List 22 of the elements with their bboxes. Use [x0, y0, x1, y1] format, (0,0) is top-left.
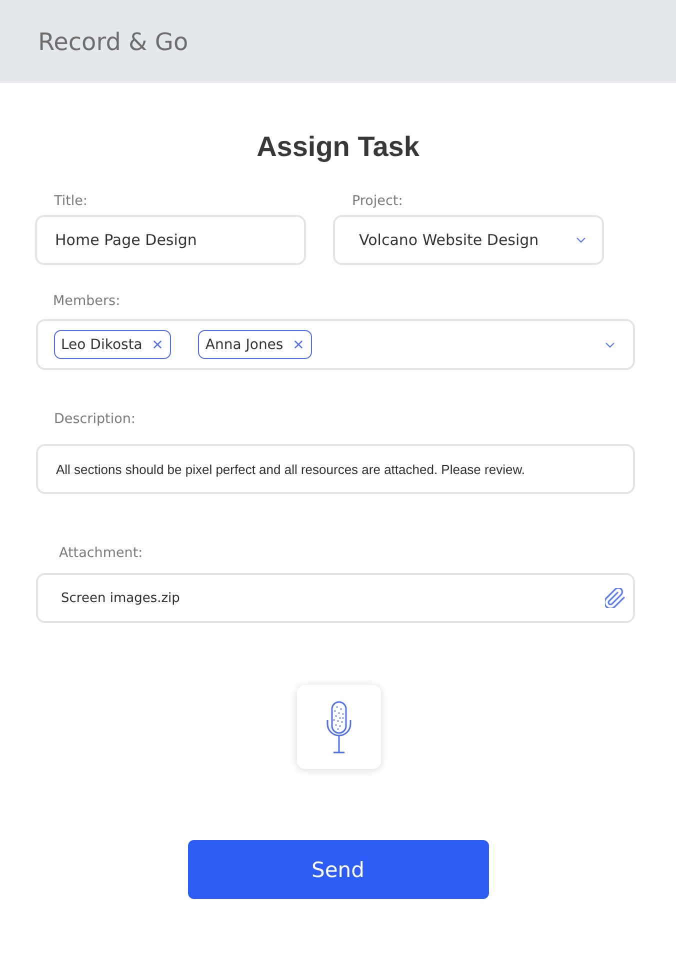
app-title: Record & Go: [38, 28, 188, 56]
microphone-icon: [326, 700, 352, 754]
title-field[interactable]: Home Page Design: [35, 215, 306, 265]
member-chip[interactable]: Anna Jones: [198, 330, 312, 359]
chevron-down-icon: [576, 237, 586, 243]
send-button[interactable]: Send: [188, 840, 488, 899]
field-label: Title:: [53, 192, 88, 210]
close-icon[interactable]: [153, 340, 162, 349]
record-button[interactable]: [297, 685, 381, 769]
field-label: Project:: [351, 192, 404, 210]
field-label: Description:: [53, 410, 136, 428]
close-icon[interactable]: [294, 340, 304, 349]
field-label: Members:: [52, 292, 122, 310]
member-chip[interactable]: Leo Dikosta: [54, 330, 172, 359]
field-label: Attachment:: [58, 544, 144, 562]
form-heading: Assign Task: [256, 130, 420, 164]
paperclip-icon[interactable]: [605, 588, 625, 608]
attachment-field[interactable]: Screen images.zip: [36, 573, 635, 623]
project-dropdown[interactable]: Volcano Website Design: [333, 215, 604, 265]
chevron-down-icon: [605, 342, 615, 348]
members-select[interactable]: Leo Dikosta Anna Jones: [36, 319, 635, 370]
description-field[interactable]: All sections should be pixel perfect and all resources are attached. Please review.: [36, 444, 635, 494]
